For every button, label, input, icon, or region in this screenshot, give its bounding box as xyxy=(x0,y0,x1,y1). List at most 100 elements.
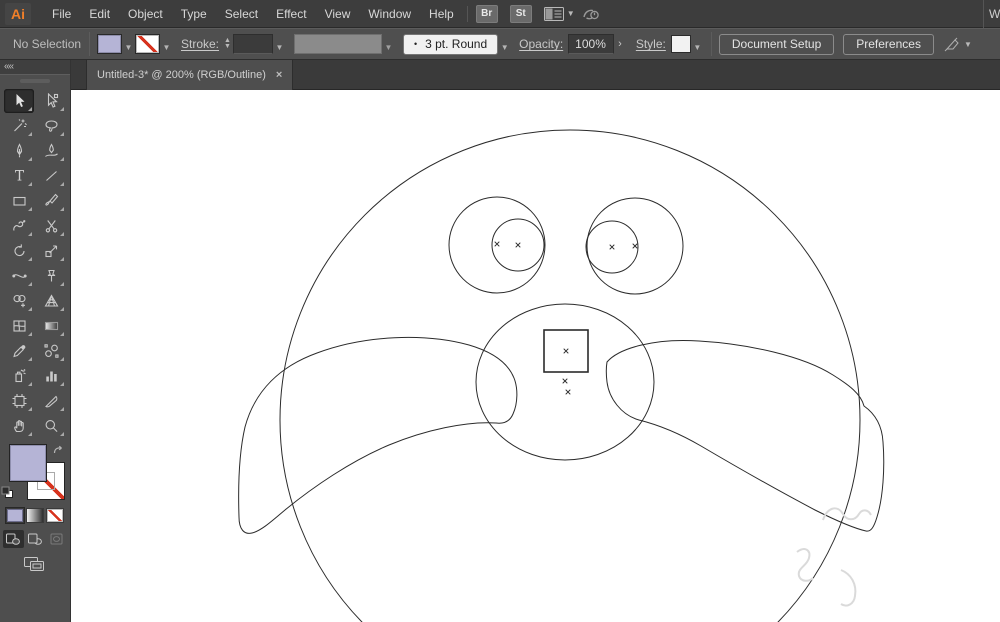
divider xyxy=(711,32,712,56)
menu-item-window[interactable]: Window xyxy=(359,0,420,28)
divider xyxy=(89,32,90,56)
rectangle-tool[interactable] xyxy=(4,189,34,213)
pencil-tool[interactable] xyxy=(4,214,34,238)
eyedropper-tool[interactable] xyxy=(4,339,34,363)
stroke-dropdown-chevron-icon[interactable]: ▼ xyxy=(160,34,173,54)
curvature-tool[interactable] xyxy=(36,139,66,163)
perspective-grid-tool[interactable] xyxy=(36,289,66,313)
column-graph-tool[interactable] xyxy=(36,364,66,388)
opacity-field[interactable]: 100% xyxy=(568,34,614,54)
right-wing-shape[interactable] xyxy=(606,340,884,531)
lasso-tool[interactable] xyxy=(36,114,66,138)
change-screen-mode-button[interactable] xyxy=(23,556,47,578)
stroke-weight-chevron-icon[interactable]: ▼ xyxy=(273,34,286,54)
menu-item-view[interactable]: View xyxy=(316,0,360,28)
swap-fill-stroke-icon[interactable] xyxy=(52,443,64,461)
menu-item-edit[interactable]: Edit xyxy=(80,0,119,28)
menu-item-file[interactable]: File xyxy=(43,0,80,28)
stock-button[interactable]: St xyxy=(510,5,532,23)
stroke-label[interactable]: Stroke: xyxy=(181,37,219,51)
left-eye-outer-circle[interactable] xyxy=(449,197,545,293)
collapse-panel-button[interactable]: «« xyxy=(0,60,70,74)
workspace-switcher-label[interactable]: We xyxy=(983,0,1000,28)
brush-preview-dot: • xyxy=(414,39,417,49)
mesh-tool[interactable] xyxy=(4,314,34,338)
menu-item-type[interactable]: Type xyxy=(172,0,216,28)
muzzle-center-mark[interactable] xyxy=(563,379,568,384)
brush-definition-label: 3 pt. Round xyxy=(425,37,487,51)
illustrator-window: Ai FileEditObjectTypeSelectEffectViewWin… xyxy=(0,0,1000,622)
hand-tool[interactable] xyxy=(4,414,34,438)
width-profile-chevron-icon[interactable]: ▼ xyxy=(382,34,395,54)
stroke-color-swatch[interactable] xyxy=(135,34,160,54)
panel-grip[interactable] xyxy=(20,79,50,83)
menu-item-select[interactable]: Select xyxy=(216,0,267,28)
document-setup-button[interactable]: Document Setup xyxy=(719,34,834,55)
opacity-more-arrow[interactable]: › xyxy=(618,38,622,50)
lower-center-mark[interactable] xyxy=(566,390,571,395)
line-segment-tool[interactable] xyxy=(36,164,66,188)
menu-item-effect[interactable]: Effect xyxy=(267,0,315,28)
graphic-style-swatch[interactable] xyxy=(671,35,691,53)
menu-item-help[interactable]: Help xyxy=(420,0,463,28)
chevron-down-icon: ▼ xyxy=(964,40,972,49)
color-type-buttons xyxy=(0,508,70,523)
brush-definition-dropdown[interactable]: • 3 pt. Round xyxy=(403,34,498,55)
blend-tool[interactable] xyxy=(36,339,66,363)
color-button[interactable] xyxy=(6,508,24,523)
draw-normal-button[interactable] xyxy=(3,530,24,548)
magic-wand-tool[interactable] xyxy=(4,114,34,138)
style-label[interactable]: Style: xyxy=(636,37,666,51)
style-chevron-icon[interactable]: ▼ xyxy=(691,34,704,54)
type-tool[interactable]: T xyxy=(4,164,34,188)
canvas[interactable] xyxy=(71,90,1000,622)
menu-items: FileEditObjectTypeSelectEffectViewWindow… xyxy=(43,0,463,28)
none-button[interactable] xyxy=(46,508,64,523)
draw-behind-button[interactable] xyxy=(25,530,46,548)
right-eye-inner-center-mark[interactable] xyxy=(610,245,615,250)
bridge-button[interactable]: Br xyxy=(476,5,498,23)
slice-tool[interactable] xyxy=(36,389,66,413)
opacity-label[interactable]: Opacity: xyxy=(519,37,563,51)
puppet-warp-tool[interactable] xyxy=(36,264,66,288)
selection-tool[interactable] xyxy=(4,89,34,113)
muzzle-circle[interactable] xyxy=(476,304,654,460)
default-fill-stroke-icon[interactable] xyxy=(1,486,14,504)
nose-square-center-mark[interactable] xyxy=(564,349,569,354)
sync-settings-icon[interactable] xyxy=(581,6,601,22)
width-profile-dropdown[interactable] xyxy=(294,34,382,54)
pen-tool[interactable] xyxy=(4,139,34,163)
paintbrush-tool[interactable] xyxy=(36,189,66,213)
fill-swatch[interactable] xyxy=(9,444,47,482)
zoom-tool[interactable] xyxy=(36,414,66,438)
artboard-tool[interactable] xyxy=(4,389,34,413)
stroke-weight-stepper[interactable]: ▲▼ xyxy=(224,38,231,50)
draw-inside-button[interactable] xyxy=(47,530,68,548)
document-tab[interactable]: Untitled-3* @ 200% (RGB/Outline) × xyxy=(86,60,293,90)
menu-item-object[interactable]: Object xyxy=(119,0,172,28)
left-eye-inner-center-mark[interactable] xyxy=(516,243,521,248)
preferences-button[interactable]: Preferences xyxy=(843,34,934,55)
symbol-sprayer-tool[interactable] xyxy=(4,364,34,388)
direct-selection-tool[interactable] xyxy=(36,89,66,113)
right-eye-outer-center-mark[interactable] xyxy=(633,244,638,249)
stroke-weight-field[interactable] xyxy=(233,34,273,54)
scissors-tool[interactable] xyxy=(36,214,66,238)
gradient-tool[interactable] xyxy=(36,314,66,338)
fill-color-swatch[interactable] xyxy=(97,34,122,54)
head-circle[interactable] xyxy=(280,130,860,622)
width-tool[interactable] xyxy=(4,264,34,288)
tool-grid: T xyxy=(0,89,70,438)
scale-tool[interactable] xyxy=(36,239,66,263)
isolate-selected-icon[interactable]: ▼ xyxy=(943,37,972,52)
app-logo[interactable]: Ai xyxy=(5,3,31,25)
shape-builder-tool[interactable] xyxy=(4,289,34,313)
rotate-tool[interactable] xyxy=(4,239,34,263)
brush-chevron-icon[interactable]: ▼ xyxy=(498,34,511,54)
drawing-mode-buttons xyxy=(0,530,70,548)
fill-dropdown-chevron-icon[interactable]: ▼ xyxy=(122,34,135,54)
arrange-documents-icon[interactable]: ▼ xyxy=(544,7,575,21)
close-tab-icon[interactable]: × xyxy=(276,69,282,81)
left-eye-outer-center-mark[interactable] xyxy=(495,242,500,247)
gradient-button[interactable] xyxy=(26,508,44,523)
